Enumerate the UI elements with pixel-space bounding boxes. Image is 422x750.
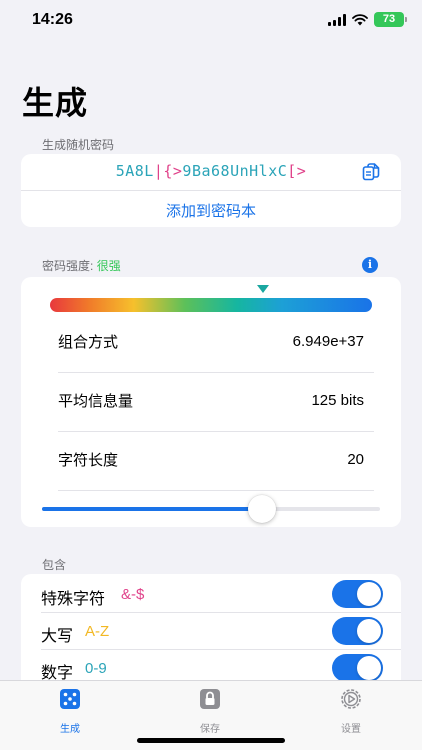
add-to-vault-button[interactable]: 添加到密码本 xyxy=(21,200,401,221)
password-char: > xyxy=(296,162,307,180)
password-char: L xyxy=(144,162,154,180)
option-special-chars: 特殊字符 &-$ xyxy=(21,576,401,612)
slider-thumb[interactable] xyxy=(247,495,276,523)
home-indicator xyxy=(137,738,285,743)
entropy-label: 平均信息量 xyxy=(58,392,134,410)
combinations-label: 组合方式 xyxy=(58,333,119,351)
status-icons: 73 xyxy=(328,12,407,27)
include-card: 特殊字符 &-$ 大写 A-Z 数字 0-9 xyxy=(21,574,401,686)
password-char: 6 xyxy=(211,162,221,180)
password-char: 5 xyxy=(115,162,126,180)
dice-icon xyxy=(60,689,80,709)
option-uppercase: 大写 A-Z xyxy=(21,613,401,649)
strength-marker-icon xyxy=(256,285,269,293)
length-value: 20 xyxy=(347,450,364,468)
password-char: l xyxy=(258,162,269,180)
uppercase-toggle[interactable] xyxy=(332,617,383,645)
password-card: 5A8L|{>9Ba68UnHlxC[> 添加到密码本 xyxy=(21,154,401,227)
password-char: C xyxy=(277,162,288,180)
digits-toggle[interactable] xyxy=(332,654,383,682)
wifi-icon xyxy=(352,13,368,25)
option-name: 特殊字符 xyxy=(41,591,106,608)
password-char: U xyxy=(230,162,240,180)
length-slider[interactable] xyxy=(42,495,380,523)
password-char: x xyxy=(268,162,278,180)
option-name: 大写 xyxy=(41,628,74,645)
strength-card: 组合方式 6.949e+37 平均信息量 125 bits 字符长度 20 xyxy=(21,277,401,527)
status-time: 14:26 xyxy=(32,11,73,28)
divider xyxy=(21,190,401,191)
special-chars-toggle[interactable] xyxy=(332,580,383,608)
password-char: [ xyxy=(287,162,297,180)
battery-icon: 73 xyxy=(374,12,407,27)
entropy-row: 平均信息量 125 bits xyxy=(58,388,364,412)
slider-fill xyxy=(42,507,262,511)
password-char: 8 xyxy=(220,162,231,180)
password-char: a xyxy=(201,162,211,180)
combinations-row: 组合方式 6.949e+37 xyxy=(58,329,364,353)
strength-meter xyxy=(50,298,372,312)
password-char: A xyxy=(125,162,135,180)
info-icon[interactable]: i xyxy=(362,257,378,273)
password-char: { xyxy=(163,162,173,180)
lock-icon xyxy=(200,689,220,709)
option-chars: 0-9 xyxy=(85,660,107,677)
status-bar: 14:26 73 xyxy=(0,0,422,40)
divider xyxy=(58,431,374,432)
divider xyxy=(58,372,374,373)
tab-generate[interactable]: 生成 xyxy=(30,687,110,735)
option-chars: &-$ xyxy=(121,586,145,603)
gear-icon xyxy=(341,689,361,709)
signal-icon xyxy=(328,13,346,26)
password-section-label: 生成随机密码 xyxy=(42,138,115,152)
generated-password[interactable]: 5A8L|{>9Ba68UnHlxC[> xyxy=(21,162,401,180)
tab-saved[interactable]: 保存 xyxy=(170,687,250,735)
password-char: 8 xyxy=(134,162,145,180)
combinations-value: 6.949e+37 xyxy=(292,332,364,350)
password-char: | xyxy=(153,162,164,180)
password-char: n xyxy=(239,162,250,180)
option-chars: A-Z xyxy=(85,623,110,640)
length-row: 字符长度 20 xyxy=(58,447,364,471)
tab-label: 保存 xyxy=(200,724,220,735)
tab-settings[interactable]: 设置 xyxy=(311,687,391,735)
password-char: 9 xyxy=(182,162,192,180)
password-char: > xyxy=(172,162,183,180)
include-section-label: 包含 xyxy=(42,558,67,572)
copy-icon[interactable] xyxy=(361,162,381,182)
strength-label: 密码强度: 很强 xyxy=(42,257,121,274)
strength-label-text: 密码强度: xyxy=(42,259,94,273)
tab-label: 生成 xyxy=(60,724,80,735)
length-label: 字符长度 xyxy=(58,451,119,469)
page-title: 生成 xyxy=(22,85,89,121)
tab-label: 设置 xyxy=(341,724,361,735)
divider xyxy=(58,490,374,491)
password-char: H xyxy=(249,162,259,180)
strength-value: 很强 xyxy=(96,259,121,273)
entropy-value: 125 bits xyxy=(311,391,364,409)
